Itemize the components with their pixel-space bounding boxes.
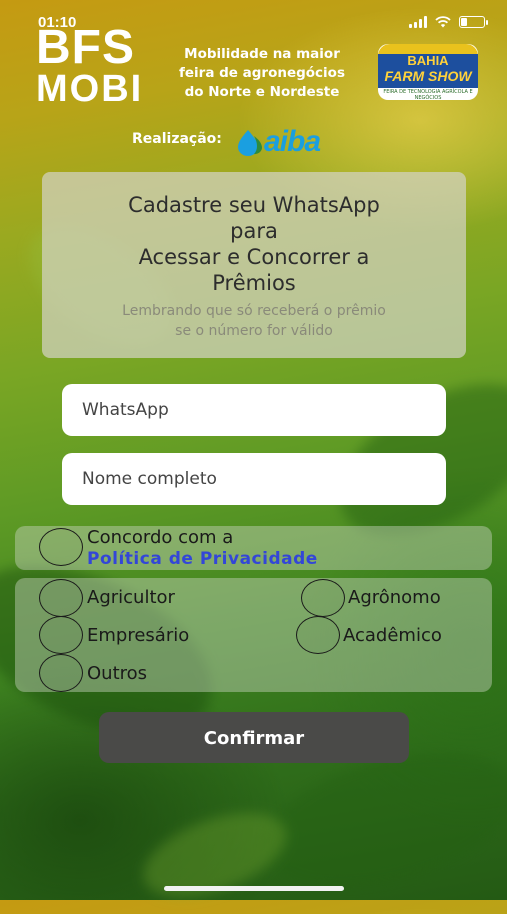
logo-line2: MOBI: [36, 68, 144, 110]
tagline-line: feira de agronegócios: [179, 65, 345, 81]
farmshow-line1: BAHIA: [407, 53, 449, 68]
header-tagline: Mobilidade na maior feira de agronegócio…: [162, 45, 362, 102]
card-note: Lembrando que só receberá o prêmio se o …: [42, 301, 466, 341]
confirm-button[interactable]: Confirmar: [99, 712, 409, 763]
name-field: [62, 453, 446, 505]
card-note-line: Lembrando que só receberá o prêmio: [122, 303, 386, 319]
privacy-checkbox[interactable]: [39, 528, 83, 566]
radio-academico[interactable]: [296, 616, 340, 654]
farmshow-line3: FEIRA DE TECNOLOGIA AGRÍCOLA E NEGÓCIOS: [383, 89, 473, 100]
radio-outros[interactable]: [39, 654, 83, 692]
bfs-mobi-logo: BFS MOBI: [36, 21, 148, 110]
privacy-panel: Concordo com a Política de Privacidade: [15, 526, 492, 570]
whatsapp-input[interactable]: [62, 384, 446, 436]
farmshow-line2: FARM SHOW: [384, 68, 472, 84]
home-indicator[interactable]: [164, 886, 344, 891]
bahia-farm-show-logo: BAHIA FARM SHOW FEIRA DE TECNOLOGIA AGRÍ…: [378, 44, 478, 100]
info-card: Cadastre seu WhatsApp para Acessar e Con…: [42, 172, 466, 358]
aiba-drop-icon: [238, 130, 262, 156]
card-title-line: Acessar e Concorrer a: [138, 245, 370, 269]
radio-agronomo[interactable]: [301, 579, 345, 617]
aiba-logo: aiba: [234, 125, 321, 158]
role-label-academico: Acadêmico: [343, 625, 442, 646]
card-note-line: se o número for válido: [175, 323, 333, 339]
card-title: Cadastre seu WhatsApp para Acessar e Con…: [42, 192, 466, 296]
whatsapp-field: [62, 384, 446, 436]
tagline-line: Mobilidade na maior: [184, 46, 340, 62]
logo-line1: BFS: [36, 21, 135, 74]
name-input[interactable]: [62, 453, 446, 505]
background-leaf: [132, 796, 298, 914]
card-title-line: para: [230, 219, 278, 243]
signal-icon: [409, 16, 427, 28]
role-panel: Agricultor Agrônomo Empresário Acadêmico…: [15, 578, 492, 692]
role-label-empresario: Empresário: [87, 625, 190, 646]
role-label-outros: Outros: [87, 663, 148, 684]
tagline-line: do Norte e Nordeste: [184, 84, 340, 100]
status-icons: [409, 16, 488, 28]
aiba-word: aiba: [264, 125, 321, 158]
wifi-icon: [435, 16, 451, 28]
role-label-agronomo: Agrônomo: [348, 587, 441, 608]
privacy-text: Concordo com a: [87, 527, 234, 548]
battery-icon: [459, 16, 488, 28]
card-title-line: Cadastre seu WhatsApp: [128, 193, 380, 217]
card-title-line: Prêmios: [212, 271, 296, 295]
privacy-policy-link[interactable]: Política de Privacidade: [87, 549, 318, 569]
role-label-agricultor: Agricultor: [87, 587, 175, 608]
realizacao-label: Realização:: [132, 131, 222, 147]
radio-agricultor[interactable]: [39, 579, 83, 617]
radio-empresario[interactable]: [39, 616, 83, 654]
